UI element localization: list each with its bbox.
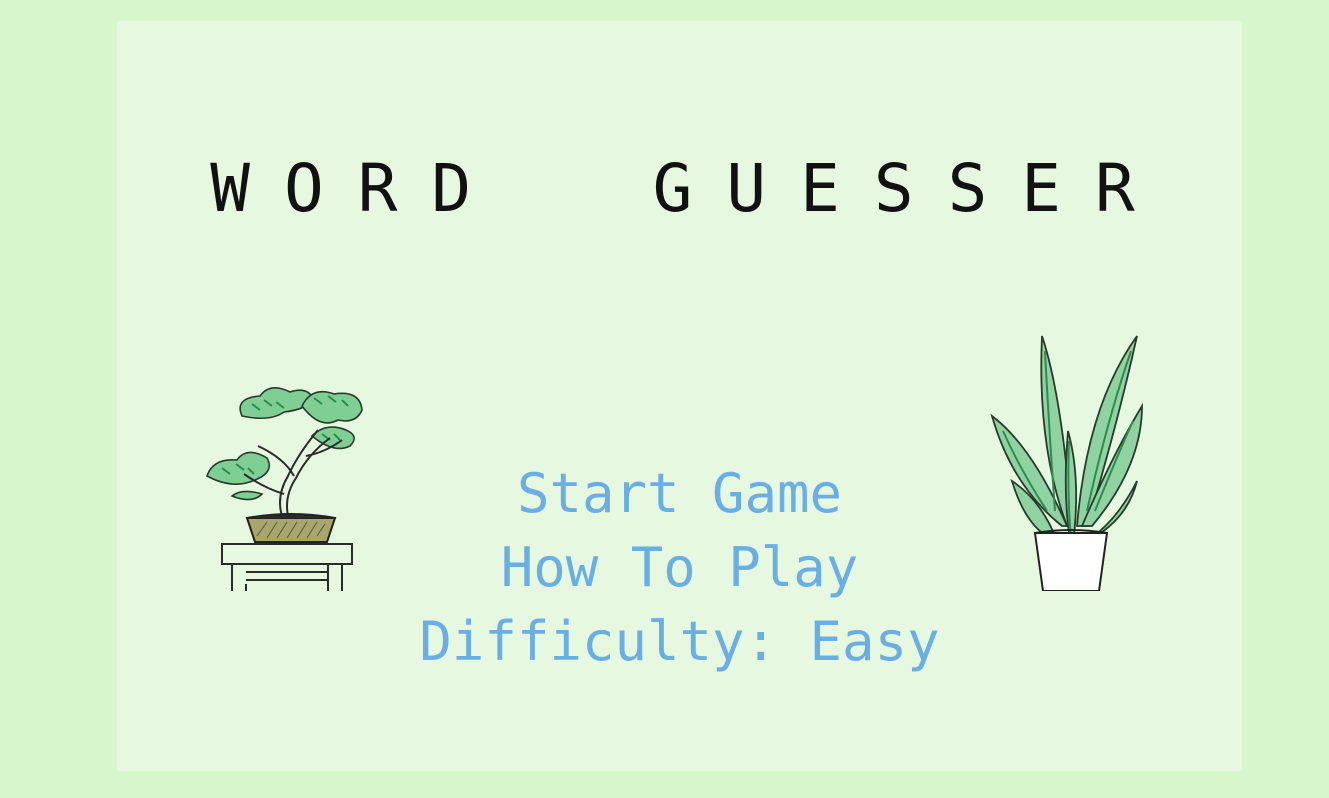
- menu-panel: WORD GUESSER Start Game How To Play Diff…: [117, 21, 1242, 771]
- main-menu: Start Game How To Play Difficulty: Easy: [117, 457, 1242, 679]
- difficulty-label: Difficulty:: [419, 610, 778, 673]
- how-to-play-button[interactable]: How To Play: [501, 531, 859, 605]
- game-title: WORD GUESSER: [210, 150, 1169, 227]
- start-game-button[interactable]: Start Game: [517, 457, 842, 531]
- difficulty-button[interactable]: Difficulty: Easy: [419, 605, 939, 679]
- difficulty-value: Easy: [809, 610, 940, 673]
